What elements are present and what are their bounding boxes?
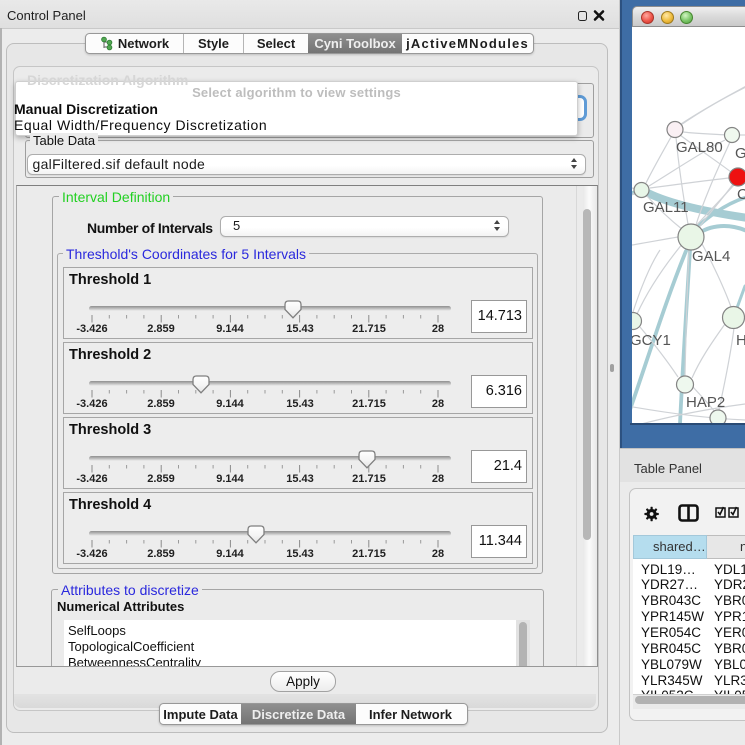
svg-text:CD: CD <box>737 186 745 203</box>
svg-text:GCY1: GCY1 <box>632 332 671 349</box>
svg-text:GAL: GAL <box>735 145 745 162</box>
svg-text:H: H <box>736 332 745 349</box>
svg-text:HAP2: HAP2 <box>686 394 725 411</box>
svg-text:GAL4: GAL4 <box>692 248 730 265</box>
svg-text:GAL11: GAL11 <box>643 199 689 216</box>
svg-text:GAL80: GAL80 <box>676 139 723 156</box>
